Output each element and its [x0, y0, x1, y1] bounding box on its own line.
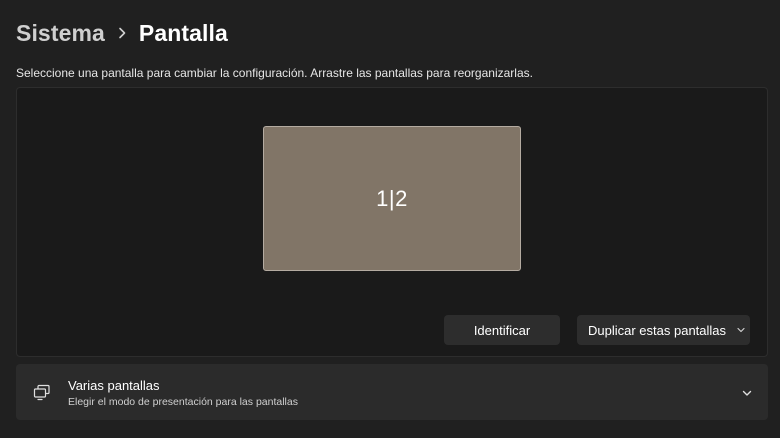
- card-title: Varias pantallas: [68, 378, 160, 393]
- page-title: Pantalla: [138, 19, 228, 46]
- monitor-tile[interactable]: 1|2: [263, 126, 521, 271]
- card-description: Elegir el modo de presentación para las …: [68, 396, 298, 408]
- chevron-down-icon: [736, 325, 746, 335]
- identify-button-label: Identificar: [473, 322, 531, 338]
- multiple-displays-card[interactable]: Varias pantallas Elegir el modo de prese…: [16, 364, 768, 420]
- breadcrumb-item-sistema[interactable]: Sistema: [16, 20, 105, 47]
- identify-button[interactable]: Identificar: [444, 315, 560, 345]
- display-arrangement-panel: 1|2 Identificar Duplicar estas pantallas: [16, 87, 768, 357]
- chevron-down-icon[interactable]: [741, 386, 753, 398]
- instructions-text: Seleccione una pantalla para cambiar la …: [16, 66, 533, 80]
- multiple-monitors-icon: [33, 383, 51, 401]
- monitor-label: 1|2: [376, 185, 408, 211]
- chevron-right-icon: [117, 27, 127, 39]
- display-mode-dropdown[interactable]: Duplicar estas pantallas: [577, 315, 750, 345]
- display-mode-selected: Duplicar estas pantallas: [588, 322, 727, 338]
- breadcrumb: Sistema Pantalla: [16, 16, 228, 50]
